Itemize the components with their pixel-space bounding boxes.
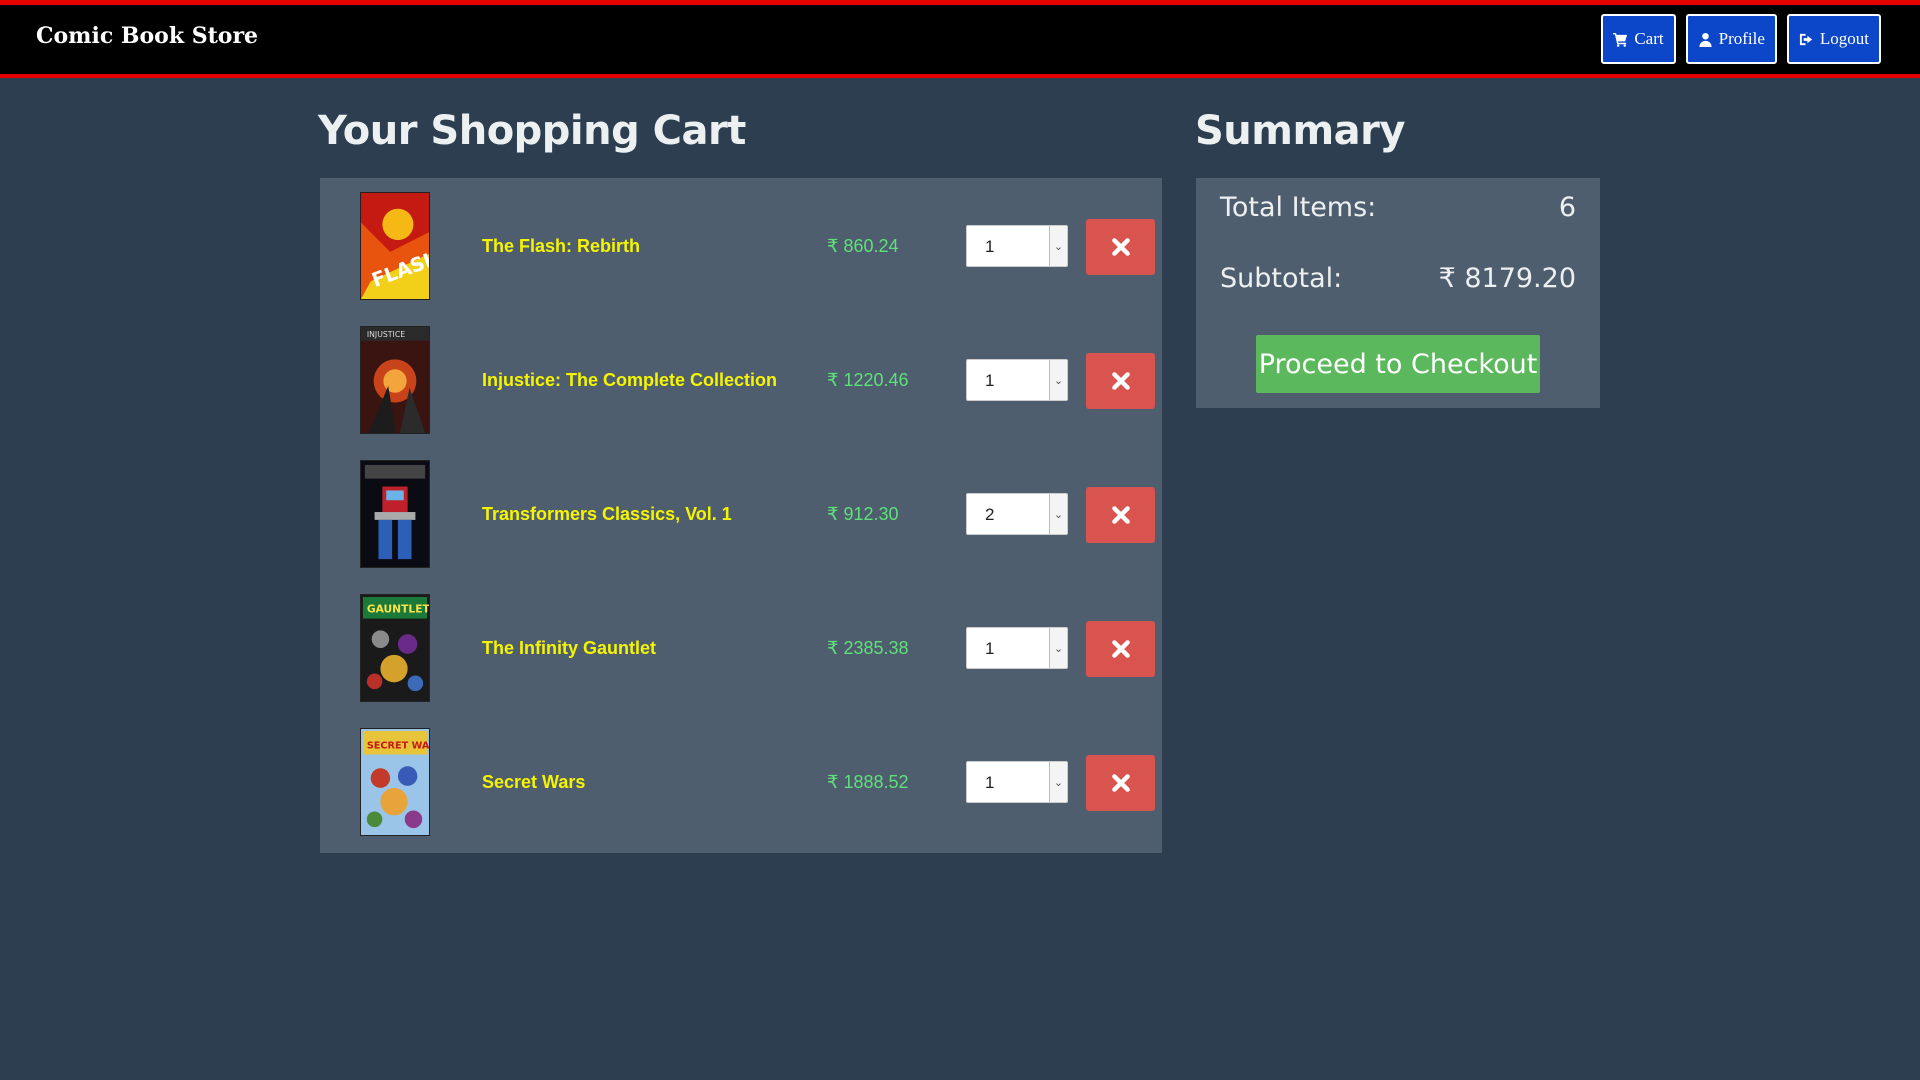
summary-panel: Total Items: 6 Subtotal: ₹ 8179.20 Proce… [1196, 178, 1600, 408]
chevron-down-icon[interactable]: ⌄ [1049, 762, 1067, 802]
cart-button[interactable]: Cart [1601, 14, 1676, 64]
item-title[interactable]: Transformers Classics, Vol. 1 [482, 504, 732, 525]
item-title[interactable]: The Flash: Rebirth [482, 236, 640, 257]
item-price: ₹ 912.30 [827, 504, 899, 524]
cart-panel: FLASH The Flash: Rebirth ₹ 860.24 1 ⌄ IN… [320, 178, 1162, 853]
cart-item: SECRET WARS Secret Wars ₹ 1888.52 1 ⌄ [320, 714, 1162, 848]
total-items-value: 6 [1558, 192, 1576, 223]
item-title[interactable]: Secret Wars [482, 772, 585, 793]
quantity-value: 1 [985, 371, 995, 390]
item-price: ₹ 860.24 [827, 236, 899, 256]
profile-button-label: Profile [1718, 29, 1765, 48]
user-icon [1699, 32, 1712, 47]
remove-item-button[interactable] [1086, 353, 1155, 409]
item-price: ₹ 1888.52 [827, 772, 909, 792]
quantity-select[interactable]: 1 ⌄ [966, 225, 1068, 267]
comic-cover-image[interactable]: FLASH [360, 192, 430, 300]
brand-logo[interactable]: Comic Book Store [36, 23, 258, 49]
close-icon [1111, 506, 1130, 524]
quantity-value: 1 [985, 639, 995, 658]
quantity-value: 1 [985, 773, 995, 792]
nav-buttons: Cart Profile Logout [1601, 14, 1881, 64]
svg-text:INJUSTICE: INJUSTICE [367, 330, 405, 339]
total-items-label: Total Items: [1220, 192, 1377, 223]
quantity-select[interactable]: 2 ⌄ [966, 493, 1068, 535]
close-icon [1111, 238, 1130, 256]
quantity-value: 2 [985, 505, 995, 524]
remove-item-button[interactable] [1086, 755, 1155, 811]
logout-icon [1799, 33, 1813, 45]
remove-item-button[interactable] [1086, 621, 1155, 677]
cart-item: INJUSTICE Injustice: The Complete Collec… [320, 312, 1162, 446]
total-items-row: Total Items: 6 [1220, 192, 1576, 223]
checkout-button[interactable]: Proceed to Checkout [1256, 335, 1540, 393]
cart-item: GAUNTLET The Infinity Gauntlet ₹ 2385.38… [320, 580, 1162, 714]
quantity-select[interactable]: 1 ⌄ [966, 359, 1068, 401]
close-icon [1111, 774, 1130, 792]
quantity-select[interactable]: 1 ⌄ [966, 761, 1068, 803]
cart-item: FLASH The Flash: Rebirth ₹ 860.24 1 ⌄ [320, 178, 1162, 312]
close-icon [1111, 640, 1130, 658]
item-title[interactable]: Injustice: The Complete Collection [482, 370, 777, 391]
subtotal-row: Subtotal: ₹ 8179.20 [1220, 263, 1576, 294]
item-title[interactable]: The Infinity Gauntlet [482, 638, 656, 659]
cart-icon [1613, 32, 1628, 47]
svg-text:GAUNTLET: GAUNTLET [367, 603, 429, 616]
summary-heading: Summary [1195, 108, 1405, 154]
remove-item-button[interactable] [1086, 219, 1155, 275]
logout-button-label: Logout [1819, 29, 1869, 48]
item-price: ₹ 1220.46 [827, 370, 909, 390]
comic-cover-image[interactable]: INJUSTICE [360, 326, 430, 434]
cart-button-label: Cart [1634, 29, 1664, 48]
cart-item: Transformers Classics, Vol. 1 ₹ 912.30 2… [320, 446, 1162, 580]
profile-button[interactable]: Profile [1685, 14, 1777, 64]
subtotal-value: ₹ 8179.20 [1438, 263, 1576, 294]
svg-text:SECRET WARS: SECRET WARS [367, 741, 429, 752]
comic-cover-image[interactable] [360, 460, 430, 568]
quantity-value: 1 [985, 237, 995, 256]
remove-item-button[interactable] [1086, 487, 1155, 543]
cart-heading: Your Shopping Cart [318, 108, 746, 154]
chevron-down-icon[interactable]: ⌄ [1049, 226, 1067, 266]
chevron-down-icon[interactable]: ⌄ [1049, 494, 1067, 534]
comic-cover-image[interactable]: SECRET WARS [360, 728, 430, 836]
logout-button[interactable]: Logout [1786, 14, 1881, 64]
item-price: ₹ 2385.38 [827, 638, 909, 658]
quantity-select[interactable]: 1 ⌄ [966, 627, 1068, 669]
chevron-down-icon[interactable]: ⌄ [1049, 360, 1067, 400]
subtotal-label: Subtotal: [1220, 263, 1343, 294]
navbar: Comic Book Store Cart Profile Logout [0, 0, 1920, 78]
close-icon [1111, 372, 1130, 390]
comic-cover-image[interactable]: GAUNTLET [360, 594, 430, 702]
chevron-down-icon[interactable]: ⌄ [1049, 628, 1067, 668]
